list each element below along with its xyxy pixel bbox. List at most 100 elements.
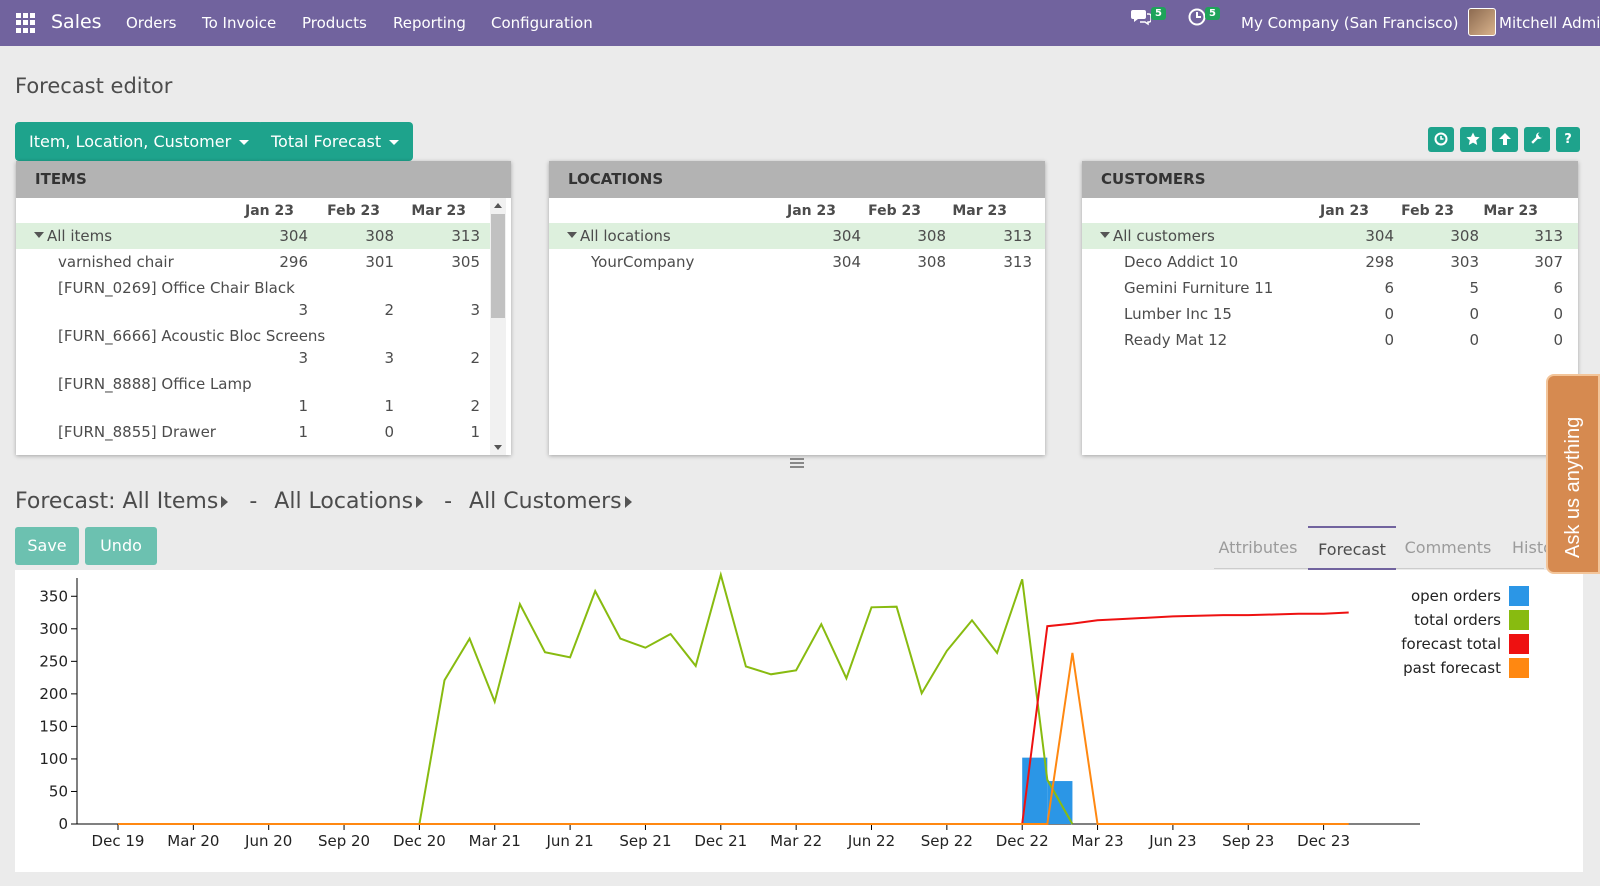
apps-menu-icon[interactable] [16, 13, 36, 33]
undo-button[interactable]: Undo [85, 527, 157, 565]
cell-value[interactable]: 298 [1344, 249, 1394, 275]
row-label: Deco Addict 10 [1124, 253, 1239, 271]
menu-configuration[interactable]: Configuration [491, 14, 593, 32]
tab-attributes[interactable]: Attributes [1214, 526, 1302, 570]
cell-value[interactable]: 3 [344, 345, 394, 371]
cell-value[interactable]: 313 [982, 249, 1032, 275]
cell-value[interactable]: 304 [811, 249, 861, 275]
tab-forecast[interactable]: Forecast [1308, 526, 1396, 570]
forecast-customers-link[interactable]: All Customers [469, 489, 622, 514]
activities-icon[interactable] [1188, 8, 1206, 31]
tab-comments[interactable]: Comments [1402, 526, 1494, 570]
cell-value[interactable]: 303 [1429, 249, 1479, 275]
menu-orders[interactable]: Orders [126, 14, 176, 32]
wrench-icon[interactable] [1524, 127, 1550, 152]
user-menu[interactable]: Mitchell Admin [1499, 14, 1600, 32]
cell-value[interactable]: 313 [982, 223, 1032, 249]
cell-value[interactable]: 6 [1513, 275, 1563, 301]
items-row-values[interactable]: 3 2 3 [16, 297, 490, 323]
cell-value[interactable]: 0 [1344, 301, 1394, 327]
cell-value[interactable]: 296 [258, 249, 308, 275]
cell-value[interactable]: 3 [258, 297, 308, 323]
items-row[interactable]: [FURN_8855] Drawer 1 0 1 [16, 419, 490, 445]
items-panel-title: ITEMS [16, 161, 511, 198]
cell-value[interactable]: 6 [1344, 275, 1394, 301]
items-row-values[interactable]: 3 3 2 [16, 345, 490, 371]
items-scrollbar[interactable] [490, 198, 506, 455]
cell-value[interactable]: 308 [896, 223, 946, 249]
cell-value[interactable]: 313 [1513, 223, 1563, 249]
help-icon[interactable]: ? [1556, 127, 1580, 152]
cell-value[interactable]: 0 [1513, 327, 1563, 353]
scroll-thumb[interactable] [491, 214, 505, 318]
cell-value[interactable]: 0 [1513, 301, 1563, 327]
row-label: Lumber Inc 15 [1124, 305, 1232, 323]
ask-us-anything-button[interactable]: Ask us anything [1546, 374, 1600, 574]
cell-value[interactable]: 3 [430, 297, 480, 323]
expand-triangle-icon[interactable] [1100, 231, 1110, 238]
cell-value[interactable]: 1 [430, 419, 480, 445]
cell-value[interactable]: 305 [430, 249, 480, 275]
cell-value[interactable]: 1 [344, 393, 394, 419]
cell-value[interactable]: 308 [896, 249, 946, 275]
scroll-up-icon[interactable] [494, 203, 502, 208]
locations-row-all[interactable]: All locations 304 308 313 [549, 223, 1045, 249]
resize-grip-icon[interactable] [790, 458, 804, 470]
cell-value[interactable]: 308 [344, 223, 394, 249]
customers-row-all[interactable]: All customers 304 308 313 [1082, 223, 1578, 249]
cell-value[interactable]: 1 [258, 393, 308, 419]
items-row-values[interactable]: 1 1 2 [16, 393, 490, 419]
customers-row[interactable]: Gemini Furniture 11 6 5 6 [1082, 275, 1578, 301]
company-switcher[interactable]: My Company (San Francisco) [1241, 14, 1458, 32]
star-icon[interactable] [1460, 127, 1486, 152]
locations-row[interactable]: YourCompany 304 308 313 [549, 249, 1045, 275]
cell-value[interactable]: 0 [1429, 327, 1479, 353]
cell-value[interactable]: 308 [1429, 223, 1479, 249]
items-row-all[interactable]: All items 304 308 313 [16, 223, 490, 249]
cell-value[interactable]: 304 [1344, 223, 1394, 249]
caret-right-icon[interactable] [624, 496, 632, 508]
cell-value[interactable]: 301 [344, 249, 394, 275]
cell-value[interactable]: 3 [258, 345, 308, 371]
cell-value[interactable]: 0 [344, 419, 394, 445]
customers-row[interactable]: Deco Addict 10 298 303 307 [1082, 249, 1578, 275]
upload-icon[interactable] [1492, 127, 1518, 152]
expand-triangle-icon[interactable] [34, 231, 44, 238]
menu-to-invoice[interactable]: To Invoice [202, 14, 276, 32]
customers-row[interactable]: Lumber Inc 15 0 0 0 [1082, 301, 1578, 327]
x-tick-label: Mar 20 [167, 832, 219, 850]
menu-reporting[interactable]: Reporting [393, 14, 466, 32]
cell-value[interactable]: 2 [430, 393, 480, 419]
dimension-dropdown-button[interactable]: Item, Location, Customer [15, 122, 264, 161]
forecast-items-link[interactable]: All Items [123, 489, 219, 514]
x-tick-label: Mar 22 [770, 832, 822, 850]
app-name[interactable]: Sales [51, 11, 102, 33]
cell-value[interactable]: 304 [258, 223, 308, 249]
cell-value[interactable]: 0 [1344, 327, 1394, 353]
cell-value[interactable]: 307 [1513, 249, 1563, 275]
y-tick-label: 150 [39, 717, 68, 735]
cell-value[interactable]: 0 [1429, 301, 1479, 327]
measure-dropdown-button[interactable]: Total Forecast [257, 122, 414, 161]
expand-triangle-icon[interactable] [567, 231, 577, 238]
tab-history[interactable]: Histo [1500, 526, 1550, 570]
scroll-down-icon[interactable] [494, 445, 502, 450]
menu-products[interactable]: Products [302, 14, 367, 32]
cell-value[interactable]: 2 [344, 297, 394, 323]
clock-icon[interactable] [1428, 127, 1454, 152]
messages-icon[interactable] [1131, 8, 1152, 31]
caret-right-icon[interactable] [416, 496, 424, 508]
customers-row[interactable]: Ready Mat 12 0 0 0 [1082, 327, 1578, 353]
cell-value[interactable]: 304 [811, 223, 861, 249]
cell-value[interactable]: 1 [258, 419, 308, 445]
caret-right-icon[interactable] [221, 496, 229, 508]
items-row[interactable]: varnished chair 296 301 305 [16, 249, 490, 275]
cell-value[interactable]: 5 [1429, 275, 1479, 301]
column-header: Feb 23 [1401, 203, 1454, 219]
user-avatar[interactable] [1468, 8, 1496, 36]
save-button[interactable]: Save [15, 527, 79, 565]
forecast-locations-link[interactable]: All Locations [274, 489, 413, 514]
cell-value[interactable]: 313 [430, 223, 480, 249]
customers-panel: CUSTOMERS Jan 23 Feb 23 Mar 23 All custo… [1082, 161, 1578, 455]
cell-value[interactable]: 2 [430, 345, 480, 371]
